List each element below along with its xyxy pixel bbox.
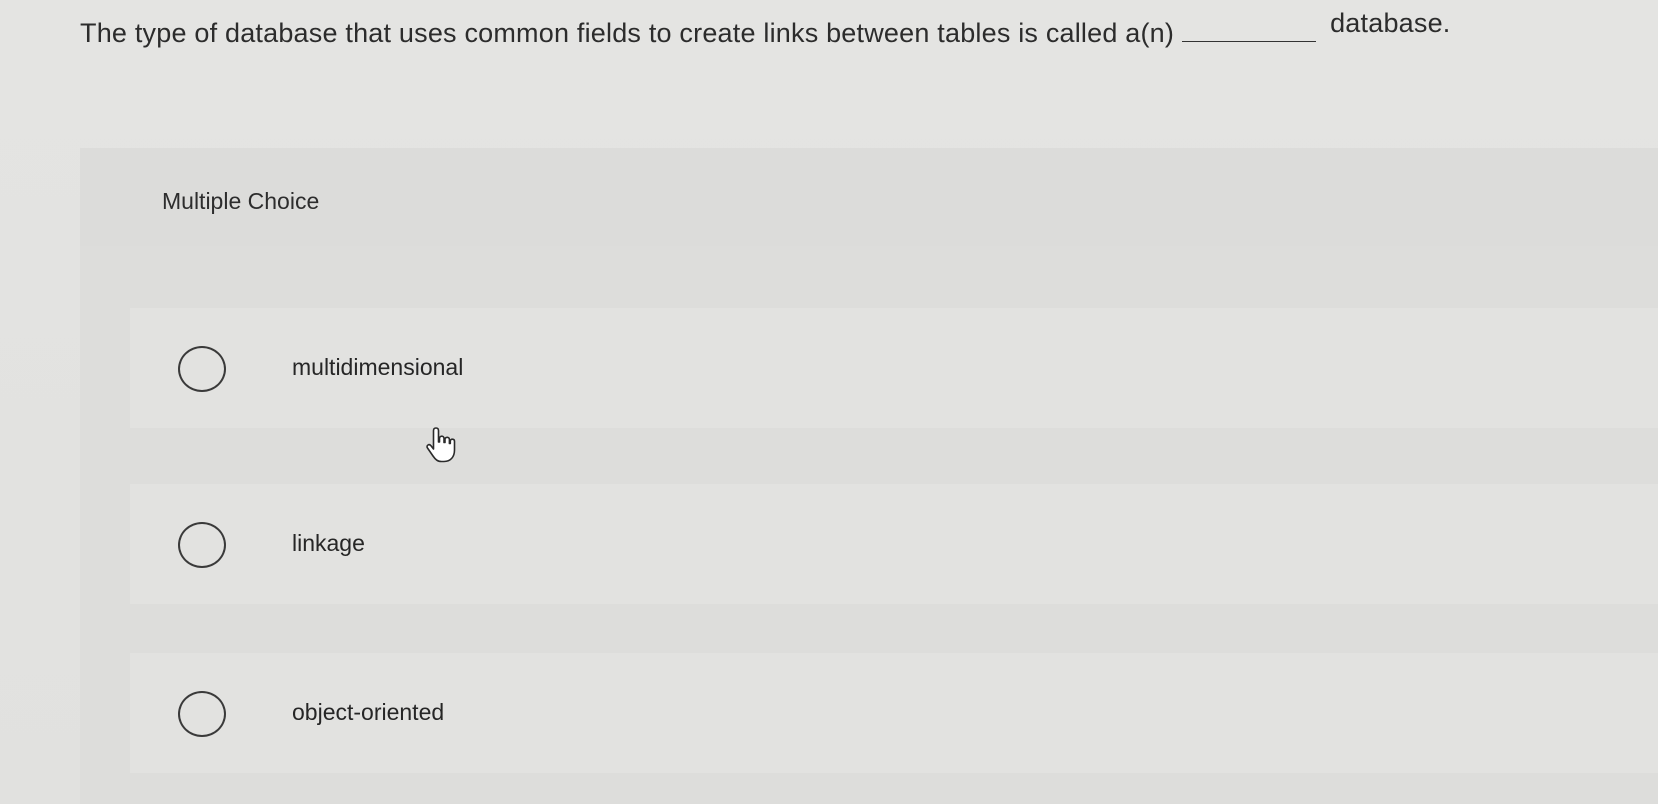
multiple-choice-label: Multiple Choice bbox=[162, 188, 320, 214]
question-text: The type of database that uses common fi… bbox=[80, 8, 1451, 49]
panel-header: Multiple Choice bbox=[80, 148, 1658, 246]
radio-button[interactable] bbox=[178, 522, 226, 568]
answer-blank bbox=[1182, 41, 1317, 42]
option-linkage[interactable]: linkage bbox=[130, 484, 1658, 604]
option-label: object-oriented bbox=[292, 699, 445, 725]
option-multidimensional[interactable]: multidimensional bbox=[130, 308, 1658, 428]
radio-button[interactable] bbox=[178, 346, 226, 392]
option-label: multidimensional bbox=[292, 354, 464, 380]
option-object-oriented[interactable]: object-oriented bbox=[130, 653, 1658, 773]
radio-button[interactable] bbox=[178, 691, 226, 737]
hand-pointer-icon bbox=[426, 427, 456, 463]
multiple-choice-panel: Multiple Choice multidimensional linkage… bbox=[80, 148, 1658, 804]
quiz-page: The type of database that uses common fi… bbox=[0, 0, 1658, 804]
question-suffix: database. bbox=[1330, 8, 1451, 38]
question-prefix: The type of database that uses common fi… bbox=[80, 18, 1175, 48]
option-label: linkage bbox=[292, 530, 365, 556]
